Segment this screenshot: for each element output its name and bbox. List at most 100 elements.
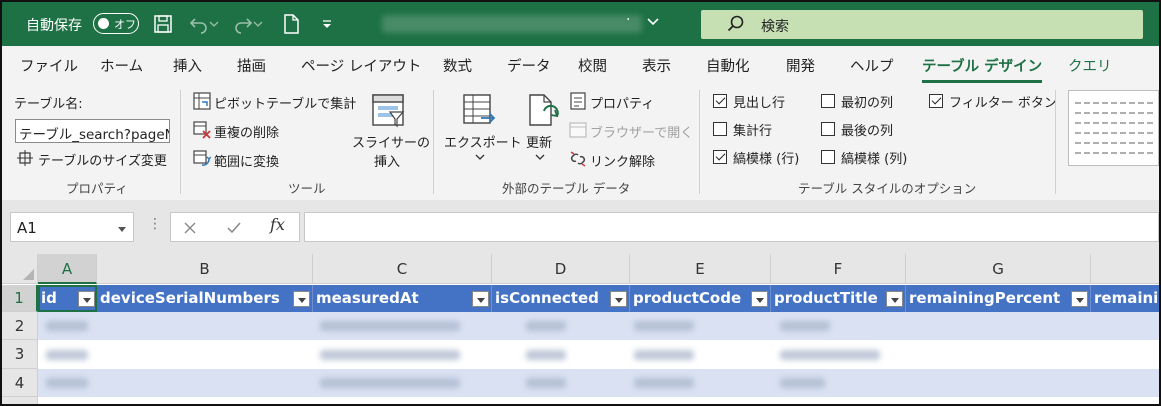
column-header-e[interactable]: E [630, 254, 771, 284]
first-column-checkbox[interactable] [821, 94, 835, 108]
open-in-browser-button[interactable]: ブラウザーで開く [590, 122, 693, 141]
column-header-b[interactable]: B [97, 254, 313, 284]
column-header-d[interactable]: D [492, 254, 630, 284]
unlink-button[interactable]: リンク解除 [590, 151, 655, 170]
insert-slicer-label-2[interactable]: 挿入 [374, 151, 400, 170]
tab-insert[interactable]: 挿入 [173, 55, 202, 76]
filter-dropdown-icon[interactable] [1071, 291, 1088, 307]
autosave-toggle[interactable]: オフ [93, 13, 139, 34]
insert-slicer-button[interactable]: スライサーの [352, 132, 430, 151]
column-header-h[interactable] [1091, 254, 1159, 284]
group-label-external: 外部のテーブル データ [502, 181, 631, 196]
column-header-g[interactable]: G [906, 254, 1091, 284]
table-row[interactable] [38, 340, 1159, 369]
tab-help[interactable]: ヘルプ [850, 55, 894, 76]
tab-view[interactable]: 表示 [642, 55, 671, 76]
select-all-button[interactable] [2, 254, 38, 284]
redacted-cell [634, 350, 694, 360]
redo-icon[interactable] [232, 13, 254, 35]
filter-dropdown-icon[interactable] [78, 291, 95, 307]
table-header-cell[interactable]: isConnected [492, 285, 630, 312]
tab-file[interactable]: ファイル [20, 55, 78, 76]
table-header-cell[interactable]: deviceSerialNumbers [97, 285, 313, 312]
formula-input[interactable] [304, 212, 1159, 242]
formula-bar-resize-handle[interactable]: ⋮ [148, 216, 162, 232]
filter-button-label: フィルター ボタン [949, 96, 1057, 111]
filter-dropdown-icon[interactable] [293, 291, 310, 307]
group-label-properties: プロパティ [66, 181, 128, 196]
total-row-label: 集計行 [733, 124, 773, 139]
remove-duplicates-button[interactable]: 重複の削除 [214, 122, 279, 141]
tab-data[interactable]: データ [507, 55, 551, 76]
table-header-cell[interactable]: productTitle [771, 285, 906, 312]
filter-button-checkbox[interactable] [929, 94, 943, 108]
table-style-gallery[interactable] [1068, 90, 1159, 166]
table-header-cell[interactable]: remainingPercent [906, 285, 1091, 312]
undo-icon[interactable] [188, 13, 210, 35]
row-header-4[interactable]: 4 [2, 369, 38, 397]
document-name [382, 15, 642, 33]
undo-dropdown-icon[interactable] [208, 13, 220, 35]
row-header-5[interactable] [2, 397, 38, 404]
name-box-dropdown-icon[interactable] [117, 222, 127, 237]
formula-bar: A1 ⋮ fx [2, 200, 1159, 254]
redo-dropdown-icon[interactable] [252, 13, 264, 35]
tab-page-layout[interactable]: ページ レイアウト [301, 55, 421, 76]
refresh-dropdown-icon[interactable] [533, 152, 547, 162]
table-row[interactable] [38, 397, 1159, 404]
table-header-cell[interactable]: id [38, 285, 97, 312]
header-row-checkbox[interactable] [713, 94, 727, 108]
last-column-checkbox[interactable] [821, 122, 835, 136]
customize-toolbar-icon[interactable] [316, 13, 338, 35]
name-box[interactable]: A1 [10, 212, 134, 242]
tab-home[interactable]: ホーム [100, 55, 143, 76]
refresh-button[interactable]: 更新 [526, 132, 552, 151]
search-box[interactable]: 検索 [701, 10, 1143, 39]
filter-dropdown-icon[interactable] [751, 291, 768, 307]
row-header-1[interactable]: 1 [2, 285, 38, 312]
column-header-c[interactable]: C [313, 254, 492, 284]
total-row-checkbox[interactable] [713, 122, 727, 136]
table-name-input[interactable]: テーブル_search?pageNo [15, 119, 170, 143]
banded-columns-checkbox[interactable] [821, 150, 835, 164]
table-header-cell[interactable]: productCode [630, 285, 771, 312]
tab-query[interactable]: クエリ [1068, 55, 1112, 76]
banded-rows-checkbox[interactable] [713, 150, 727, 164]
tab-formulas[interactable]: 数式 [443, 55, 472, 76]
pivot-table-button[interactable]: ピボットテーブルで集計 [214, 93, 356, 112]
column-header-a[interactable]: A [38, 254, 97, 284]
row-header-3[interactable]: 3 [2, 340, 38, 369]
confirm-icon[interactable] [225, 219, 243, 237]
properties-button[interactable]: プロパティ [590, 93, 654, 112]
first-column-label: 最初の列 [841, 96, 894, 111]
group-divider [699, 90, 700, 194]
table-row[interactable] [38, 369, 1159, 397]
document-chevron-icon[interactable] [646, 15, 660, 33]
column-header-f[interactable]: F [771, 254, 906, 284]
table-header-cell[interactable]: measuredAt [313, 285, 492, 312]
new-file-icon[interactable] [280, 13, 302, 35]
table-row[interactable] [38, 312, 1159, 340]
header-text: remainin [1094, 289, 1159, 307]
row-header-2[interactable]: 2 [2, 312, 38, 340]
redacted-cell [780, 350, 880, 360]
insert-function-icon[interactable]: fx [270, 215, 285, 234]
convert-to-range-button[interactable]: 範囲に変換 [214, 151, 279, 170]
filter-dropdown-icon[interactable] [472, 291, 489, 307]
tab-draw[interactable]: 描画 [237, 55, 266, 76]
export-button[interactable]: エクスポート [444, 132, 522, 151]
table-header-cell[interactable]: remainin [1091, 285, 1159, 312]
filter-dropdown-icon[interactable] [610, 291, 627, 307]
resize-table-button[interactable]: テーブルのサイズ変更 [38, 150, 167, 169]
tab-table-design[interactable]: テーブル デザイン [922, 55, 1043, 83]
tab-developer[interactable]: 開発 [786, 55, 815, 76]
export-dropdown-icon[interactable] [473, 152, 487, 162]
group-divider [1055, 90, 1056, 194]
filter-dropdown-icon[interactable] [886, 291, 903, 307]
tab-review[interactable]: 校閲 [578, 55, 607, 76]
tab-automate[interactable]: 自動化 [706, 55, 750, 76]
save-icon[interactable] [152, 13, 174, 35]
last-column-label: 最後の列 [841, 124, 894, 139]
cancel-icon[interactable] [181, 219, 199, 237]
autosave-label: 自動保存 [26, 18, 82, 34]
